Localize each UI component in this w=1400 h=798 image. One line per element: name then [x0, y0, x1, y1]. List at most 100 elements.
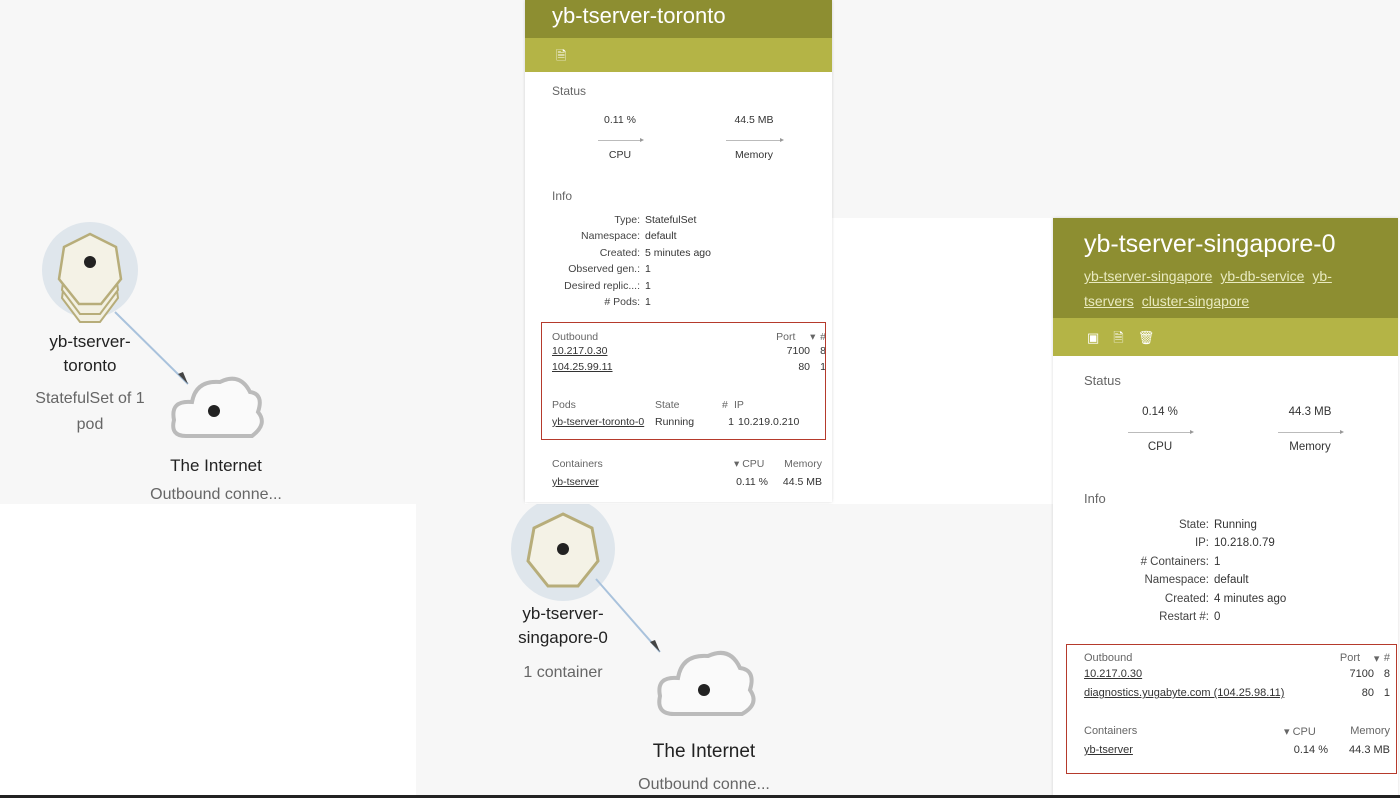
singapore-info-title: Info: [1084, 491, 1106, 506]
containers-header: Containers: [1084, 725, 1138, 737]
internet-node-name-center: The Internet: [652, 741, 756, 762]
toronto-cpu-metric: 0.11 % CPU: [585, 114, 655, 161]
toronto-node-subtitle: StatefulSet of 1 pod: [35, 390, 145, 433]
internet-node-singapore[interactable]: [657, 651, 756, 716]
info-key: Created:: [599, 246, 640, 259]
info-value: 1: [1214, 555, 1221, 568]
container-memory: 44.3 MB: [1349, 744, 1390, 756]
outbound-header: Outbound: [1084, 652, 1133, 664]
internet-node-name-left: The Internet: [170, 456, 262, 475]
memory-header[interactable]: Memory: [1342, 725, 1390, 738]
info-row: Restart #: 0: [1065, 608, 1286, 626]
info-row: Created: 5 minutes ago: [537, 245, 711, 261]
singapore-related-links: yb-tserver-singapore yb-db-service yb-tser…: [1084, 264, 1394, 314]
port-header[interactable]: Port: [1340, 652, 1374, 665]
outbound-row: diagnostics.yugabyte.com (104.25.98.11) 8…: [1084, 684, 1390, 703]
info-value: default: [1214, 574, 1249, 587]
container-memory: 44.5 MB: [782, 476, 822, 488]
info-key: # Pods:: [604, 296, 640, 309]
info-key: IP:: [1194, 537, 1209, 550]
singapore-panel-title: yb-tserver-singapore-0: [1084, 230, 1336, 258]
outbound-count: 8: [1383, 668, 1390, 680]
memory-header[interactable]: Memory: [782, 458, 822, 470]
info-row: # Pods: 1: [537, 294, 711, 310]
toronto-outbound-highlight: [541, 322, 826, 440]
outbound-row: 10.217.0.30 7100 8: [1084, 665, 1390, 684]
info-value: 4 minutes ago: [1214, 592, 1287, 605]
info-row: IP: 10.218.0.79: [1065, 534, 1286, 552]
sort-desc-icon[interactable]: ▾: [1374, 652, 1384, 665]
info-key: Observed gen.:: [568, 263, 640, 276]
singapore-cpu-metric: 0.14 % CPU: [1123, 406, 1197, 453]
trash-icon[interactable]: 🗑: [1138, 331, 1155, 344]
singapore-outbound-table: Outbound Port ▾ # 10.217.0.30 7100 8 diagno…: [1084, 652, 1390, 762]
pod-node-singapore-0[interactable]: [511, 504, 615, 601]
toronto-info-list: Type: StatefulSet Namespace: default Created…: [537, 212, 711, 310]
singapore-info-list: State: Running IP: 10.218.0.79 # Containers:…: [1065, 516, 1287, 626]
container-name-link[interactable]: yb-tserver: [1084, 738, 1284, 762]
singapore-status-title: Status: [1084, 373, 1121, 388]
container-cpu: 0.14 %: [1293, 744, 1328, 756]
container-name-link[interactable]: yb-tserver: [552, 470, 730, 494]
toronto-panel-header: yb-tserver-toronto: [525, 0, 832, 38]
info-key: # Containers:: [1140, 555, 1209, 568]
toronto-status-title: Status: [552, 84, 587, 98]
info-row: State: Running: [1065, 516, 1286, 534]
toronto-node-name: yb-tserver-toronto: [49, 332, 131, 375]
related-resource-link[interactable]: yb-db-service: [1220, 268, 1304, 284]
internet-node-toronto[interactable]: [171, 376, 264, 438]
toronto-info-title: Info: [552, 189, 573, 203]
info-row: Namespace: default: [537, 228, 711, 244]
monitor-icon[interactable]: ▣: [1087, 331, 1099, 344]
singapore-node-name: yb-tserver-singapore-0: [518, 604, 608, 647]
info-value: 1: [645, 296, 651, 309]
related-resource-link[interactable]: cluster-singapore: [1142, 293, 1249, 309]
info-row: Namespace: default: [1065, 571, 1286, 589]
info-value: StatefulSet: [645, 214, 697, 226]
singapore-panel-header: yb-tserver-singapore-0 yb-tserver-singap…: [1053, 218, 1398, 318]
cpu-header[interactable]: ▾ CPU: [734, 458, 782, 470]
outbound-port: 7100: [1349, 668, 1374, 680]
singapore-memory-metric: 44.3 MB Memory: [1273, 406, 1347, 453]
toronto-containers-table: Containers ▾ CPU Memory yb-tserver 0.11 %…: [552, 458, 822, 494]
info-value: 1: [645, 263, 651, 276]
info-value: 5 minutes ago: [645, 246, 711, 259]
info-key: Type:: [614, 214, 640, 226]
info-key: State:: [1178, 519, 1209, 531]
info-key: Desired replic...:: [564, 279, 640, 292]
outbound-address-link[interactable]: diagnostics.yugabyte.com (104.25.98.11): [1084, 684, 1336, 703]
toronto-panel-title: yb-tserver-toronto: [552, 3, 726, 28]
statefulset-node-toronto[interactable]: [42, 222, 138, 323]
outbound-count: 1: [1383, 687, 1390, 699]
outbound-port: 80: [1361, 687, 1374, 699]
container-cpu: 0.11 %: [736, 476, 768, 488]
cpu-header[interactable]: ▾ CPU: [1284, 725, 1342, 738]
info-value: Running: [1214, 519, 1257, 531]
info-key: Restart #:: [1159, 611, 1209, 624]
info-row: Type: StatefulSet: [537, 212, 711, 228]
info-key: Namespace:: [581, 230, 640, 243]
toronto-detail-panel: yb-tserver-toronto 🗎 Status 0.11 % CPU 4…: [525, 0, 832, 502]
containers-header: Containers: [552, 458, 603, 470]
info-row: # Containers: 1: [1065, 553, 1286, 571]
count-header[interactable]: #: [1384, 652, 1390, 665]
info-value: 1: [645, 279, 651, 292]
related-resource-link[interactable]: yb-tserver-singapore: [1084, 268, 1212, 284]
info-value: default: [645, 230, 677, 243]
info-key: Created:: [1164, 592, 1209, 605]
singapore-panel-toolbar: ▣ 🗎 🗑: [1053, 318, 1398, 356]
internet-node-subtitle-center: Outbound conne...: [638, 776, 770, 793]
toronto-memory-metric: 44.5 MB Memory: [719, 114, 789, 161]
container-row: yb-tserver 0.11 % 44.5 MB: [552, 470, 822, 494]
internet-node-subtitle-left: Outbound conne...: [150, 486, 282, 503]
document-icon[interactable]: 🗎: [556, 49, 566, 62]
outbound-address-link[interactable]: 10.217.0.30: [1084, 665, 1336, 684]
toronto-panel-toolbar: 🗎: [525, 38, 832, 72]
singapore-detail-panel: yb-tserver-singapore-0 yb-tserver-singap…: [1053, 218, 1398, 798]
top-graph-area: [832, 0, 1400, 218]
info-row: Desired replic...: 1: [537, 278, 711, 294]
info-row: Observed gen.: 1: [537, 261, 711, 277]
info-row: Created: 4 minutes ago: [1065, 590, 1286, 608]
document-icon[interactable]: 🗎: [1113, 331, 1123, 344]
info-key: Namespace:: [1144, 574, 1209, 587]
